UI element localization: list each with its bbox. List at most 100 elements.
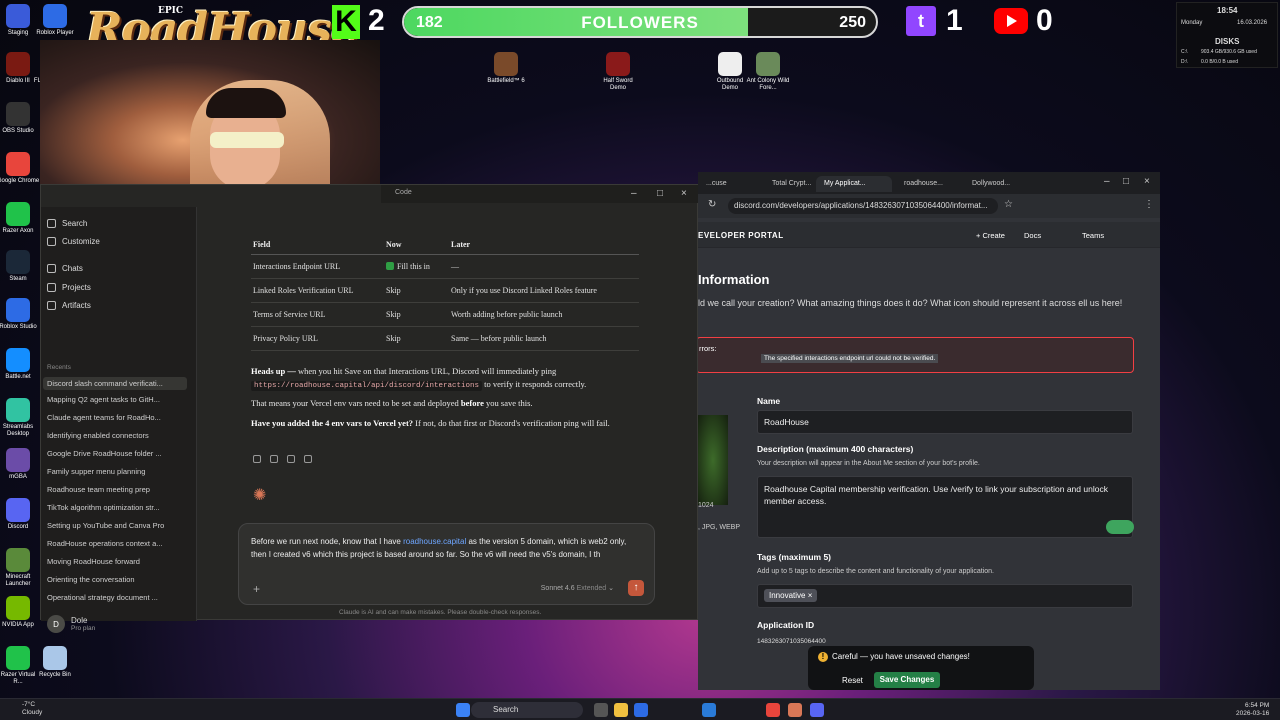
tags-input[interactable]: Innovative ×	[757, 584, 1133, 608]
recent-chat-item[interactable]: TikTok algorithm optimization str...	[47, 503, 187, 512]
recent-chat-item[interactable]: Moving RoadHouse forward	[47, 557, 187, 566]
question-paragraph: Have you added the 4 env vars to Vercel …	[251, 418, 610, 428]
minimize-icon[interactable]: –	[1104, 176, 1110, 187]
reset-button[interactable]: Reset	[842, 676, 863, 685]
sidebar-item-chats[interactable]: Chats	[47, 264, 83, 273]
warning-icon: !	[818, 652, 828, 662]
table-cell: Interactions Endpoint URL	[251, 254, 384, 279]
menu-icon[interactable]: ⋮	[1144, 199, 1154, 210]
name-input[interactable]: RoadHouse	[757, 410, 1133, 434]
code-tab[interactable]: Code	[395, 189, 412, 196]
recent-chat-item[interactable]: Family supper menu planning	[47, 467, 187, 476]
sidebar-item-search[interactable]: Search	[47, 219, 87, 228]
section-title: Information	[698, 272, 770, 287]
close-icon[interactable]: ×	[1144, 176, 1150, 187]
browser-tab[interactable]: ...cuse	[698, 176, 758, 192]
recent-chat-item[interactable]: Discord slash command verificati...	[43, 377, 187, 390]
interactions-url-code: https://roadhouse.capital/api/discord/in…	[251, 381, 483, 391]
desktop-icon[interactable]: Streamlabs Desktop	[0, 398, 40, 438]
save-changes-button[interactable]: Save Changes	[874, 672, 940, 688]
tag-chip[interactable]: Innovative ×	[764, 589, 818, 602]
teams-link[interactable]: Teams	[1082, 231, 1104, 240]
weather-widget[interactable]: -7°C Cloudy	[22, 701, 42, 717]
taskbar-clock[interactable]: 6:54 PM 2026-03-16	[1236, 702, 1269, 718]
claude-spark-icon: ✺	[253, 487, 267, 504]
sidebar-item-label: Search	[62, 219, 88, 228]
desktop-icon[interactable]: Recycle Bin	[33, 646, 77, 679]
bookmark-star-icon[interactable]: ☆	[1004, 199, 1013, 210]
disk-c-usage: 903.4 GB/930.6 GB used	[1201, 49, 1257, 55]
create-link[interactable]: + Create	[976, 231, 1005, 240]
desktop-icon[interactable]: Roblox Player	[33, 4, 77, 37]
chrome-taskbar-icon[interactable]	[766, 703, 780, 717]
desktop-icon[interactable]: Discord	[0, 498, 40, 531]
desktop-icon[interactable]: Roblox Studio	[0, 298, 40, 331]
user-profile[interactable]: D Dole Pro plan	[47, 615, 95, 633]
refresh-icon[interactable]: ↻	[708, 199, 716, 210]
recent-chat-item[interactable]: Google Drive RoadHouse folder ...	[47, 449, 187, 458]
recent-chat-item[interactable]: Setting up YouTube and Canva Pro	[47, 521, 187, 530]
desktop-icon[interactable]: NVIDIA App	[0, 596, 40, 629]
close-icon[interactable]: ×	[681, 188, 687, 199]
maximize-icon[interactable]: □	[657, 188, 663, 199]
vscode-taskbar-icon[interactable]	[702, 703, 716, 717]
browser-tab[interactable]: Total Crypt...	[764, 176, 812, 192]
desktop-icon[interactable]: Ant Colony Wild Fore...	[746, 52, 790, 92]
message-composer[interactable]: Before we run next node, know that I hav…	[238, 523, 655, 605]
composer-input[interactable]: Before we run next node, know that I hav…	[251, 536, 635, 561]
recent-chat-item[interactable]: Identifying enabled connectors	[47, 431, 187, 440]
claude-window: Code – □ × Search Customize Chats Projects A…	[40, 184, 699, 633]
desktop-icon[interactable]: Half Sword Demo	[596, 52, 640, 92]
table-cell: Privacy Policy URL	[251, 326, 384, 351]
docs-link[interactable]: Docs	[1024, 231, 1041, 240]
desktop-icon[interactable]: Razer Axon	[0, 202, 40, 235]
recent-chat-item[interactable]: Claude agent teams for RoadHo...	[47, 413, 187, 422]
table-row: Interactions Endpoint URL Fill this in —	[251, 254, 639, 279]
app-icon	[6, 250, 30, 274]
thumbs-down-icon[interactable]	[287, 455, 295, 463]
desktop-icon-label: NVIDIA App	[2, 622, 34, 628]
description-label: Description (maximum 400 characters)	[757, 444, 914, 454]
recent-chat-item[interactable]: Mapping Q2 agent tasks to GitH...	[47, 395, 187, 404]
retry-icon[interactable]	[304, 455, 312, 463]
app-icon-preview[interactable]	[698, 415, 728, 505]
add-attachment-icon[interactable]: +	[253, 582, 260, 596]
description-input[interactable]: Roadhouse Capital membership verificatio…	[757, 476, 1133, 538]
browser-tab[interactable]: roadhouse...	[896, 176, 960, 192]
desktop-icon[interactable]: mGBA	[0, 448, 40, 481]
desktop-icon[interactable]: Steam	[0, 250, 40, 283]
sidebar-item-customize[interactable]: Customize	[47, 237, 100, 246]
description-help: Your description will appear in the Abou…	[757, 460, 980, 467]
recent-chat-item[interactable]: RoadHouse operations context a...	[47, 539, 187, 548]
browser-tab[interactable]: My Applicat...	[816, 176, 892, 192]
task-view-icon[interactable]	[594, 703, 608, 717]
copy-icon[interactable]	[253, 455, 261, 463]
recent-chat-item[interactable]: Orienting the conversation	[47, 575, 187, 584]
sidebar-item-artifacts[interactable]: Artifacts	[47, 301, 91, 310]
desktop-icon[interactable]: Battlefield™ 6	[484, 52, 528, 85]
desktop-icon[interactable]: Battle.net	[0, 348, 40, 381]
send-button[interactable]: ↑	[628, 580, 644, 596]
minimize-icon[interactable]: –	[631, 188, 637, 199]
grammarly-icon[interactable]	[1106, 520, 1134, 534]
followers-goal: 250	[839, 14, 866, 31]
start-icon[interactable]	[456, 703, 470, 717]
monitor-date: 16.03.2026	[1237, 20, 1268, 26]
file-explorer-icon[interactable]	[614, 703, 628, 717]
recent-chat-item[interactable]: Operational strategy document ...	[47, 593, 187, 602]
thumbs-up-icon[interactable]	[270, 455, 278, 463]
url-field[interactable]: discord.com/developers/applications/1483…	[728, 198, 998, 214]
discord-taskbar-icon[interactable]	[810, 703, 824, 717]
model-selector[interactable]: Sonnet 4.6 Extended ⌄	[541, 584, 614, 592]
maximize-icon[interactable]: □	[1123, 176, 1129, 187]
recent-chat-item[interactable]: Roadhouse team meeting prep	[47, 485, 187, 494]
sidebar-item-projects[interactable]: Projects	[47, 283, 91, 292]
roblox-taskbar-icon[interactable]	[634, 703, 648, 717]
table-cell: Skip	[384, 278, 449, 303]
claude-taskbar-icon[interactable]	[788, 703, 802, 717]
desktop-icon[interactable]: Minecraft Launcher	[0, 548, 40, 588]
desktop-icon[interactable]: Google Chrome	[0, 152, 40, 185]
browser-tab[interactable]: Dollywood...	[964, 176, 1034, 192]
taskbar-search[interactable]: Search	[471, 702, 583, 718]
twitch-icon: t	[906, 6, 936, 36]
